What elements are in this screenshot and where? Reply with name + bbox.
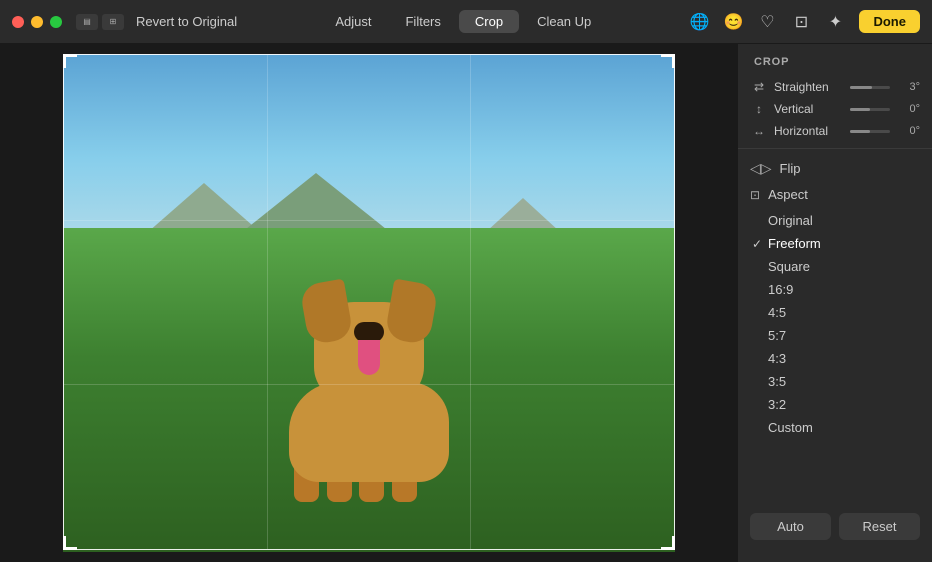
photo-area [0, 44, 737, 562]
flip-label: Flip [780, 161, 801, 176]
aspect-options-list: Original ✓ Freeform Square 16:9 4:5 5:7 … [738, 207, 932, 441]
tab-filters[interactable]: Filters [389, 10, 456, 33]
aspect-original[interactable]: Original [738, 209, 932, 232]
aspect-freeform[interactable]: ✓ Freeform [738, 232, 932, 255]
tab-crop[interactable]: Crop [459, 10, 519, 33]
divider-1 [738, 148, 932, 149]
dog-ear-right [384, 279, 439, 346]
flip-row[interactable]: ◁▷ Flip [738, 155, 932, 182]
auto-button[interactable]: Auto [750, 513, 831, 540]
vertical-value: 0° [896, 103, 920, 115]
aspect-3-5[interactable]: 3:5 [738, 370, 932, 393]
right-panel: CROP ⇄ Straighten 3° ↕ Vertical 0° ↔ Hor… [737, 44, 932, 562]
main-content: CROP ⇄ Straighten 3° ↕ Vertical 0° ↔ Hor… [0, 44, 932, 562]
vertical-row: ↕ Vertical 0° [738, 98, 932, 120]
minimize-button[interactable] [31, 16, 43, 28]
horizontal-track[interactable] [850, 130, 890, 133]
titlebar: ▤ ⊞ Revert to Original Adjust Filters Cr… [0, 0, 932, 44]
horizontal-icon: ↔ [750, 124, 768, 138]
view-toggle-button[interactable]: ⊞ [102, 14, 124, 30]
vertical-track[interactable] [850, 108, 890, 111]
aspect-4-5[interactable]: 4:5 [738, 301, 932, 324]
done-button[interactable]: Done [859, 10, 920, 33]
dog-tongue [358, 340, 380, 375]
straighten-icon: ⇄ [750, 80, 768, 94]
aspect-5-7[interactable]: 5:7 [738, 324, 932, 347]
straighten-track[interactable] [850, 86, 890, 89]
horizontal-label: Horizontal [774, 124, 844, 138]
dog-head [314, 302, 424, 402]
revert-button[interactable]: Revert to Original [136, 14, 237, 29]
straighten-fill [850, 86, 872, 89]
vertical-icon: ↕ [750, 102, 768, 116]
reset-button[interactable]: Reset [839, 513, 920, 540]
photo-container[interactable] [63, 54, 675, 552]
aspect-custom[interactable]: Custom [738, 416, 932, 439]
dog-nose [354, 322, 384, 342]
flip-icon: ◁▷ [750, 160, 772, 177]
tab-adjust[interactable]: Adjust [319, 10, 387, 33]
aspect-row[interactable]: ⊡ Aspect [738, 182, 932, 207]
aspect-16-9[interactable]: 16:9 [738, 278, 932, 301]
emoji-icon[interactable]: 😊 [723, 12, 743, 32]
window-controls: ▤ ⊞ [76, 14, 124, 30]
straighten-label: Straighten [774, 80, 844, 94]
sidebar-toggle-button[interactable]: ▤ [76, 14, 98, 30]
toolbar-nav: Adjust Filters Crop Clean Up [319, 10, 607, 33]
vertical-fill [850, 108, 870, 111]
panel-title: CROP [738, 56, 932, 76]
tab-cleanup[interactable]: Clean Up [521, 10, 607, 33]
straighten-value: 3° [896, 81, 920, 93]
aspect-icon: ⊡ [750, 188, 760, 202]
dog-subject [259, 222, 479, 502]
aspect-3-2[interactable]: 3:2 [738, 393, 932, 416]
straighten-row: ⇄ Straighten 3° [738, 76, 932, 98]
toolbar-icons: 🌐 😊 ♡ ⊡ ✦ Done [689, 10, 920, 33]
checkmark-icon: ✓ [752, 237, 762, 251]
horizontal-fill [850, 130, 870, 133]
aspect-square[interactable]: Square [738, 255, 932, 278]
crop-icon[interactable]: ⊡ [791, 12, 811, 32]
maximize-button[interactable] [50, 16, 62, 28]
dog-ear-left [299, 279, 354, 346]
horizontal-value: 0° [896, 125, 920, 137]
gear-icon[interactable]: ✦ [825, 12, 845, 32]
aspect-label: Aspect [768, 187, 808, 202]
vertical-label: Vertical [774, 102, 844, 116]
photo-image [63, 54, 675, 552]
traffic-lights [12, 16, 62, 28]
panel-footer: Auto Reset [738, 503, 932, 550]
horizontal-row: ↔ Horizontal 0° [738, 120, 932, 142]
close-button[interactable] [12, 16, 24, 28]
heart-icon[interactable]: ♡ [757, 12, 777, 32]
aspect-4-3[interactable]: 4:3 [738, 347, 932, 370]
globe-icon[interactable]: 🌐 [689, 12, 709, 32]
